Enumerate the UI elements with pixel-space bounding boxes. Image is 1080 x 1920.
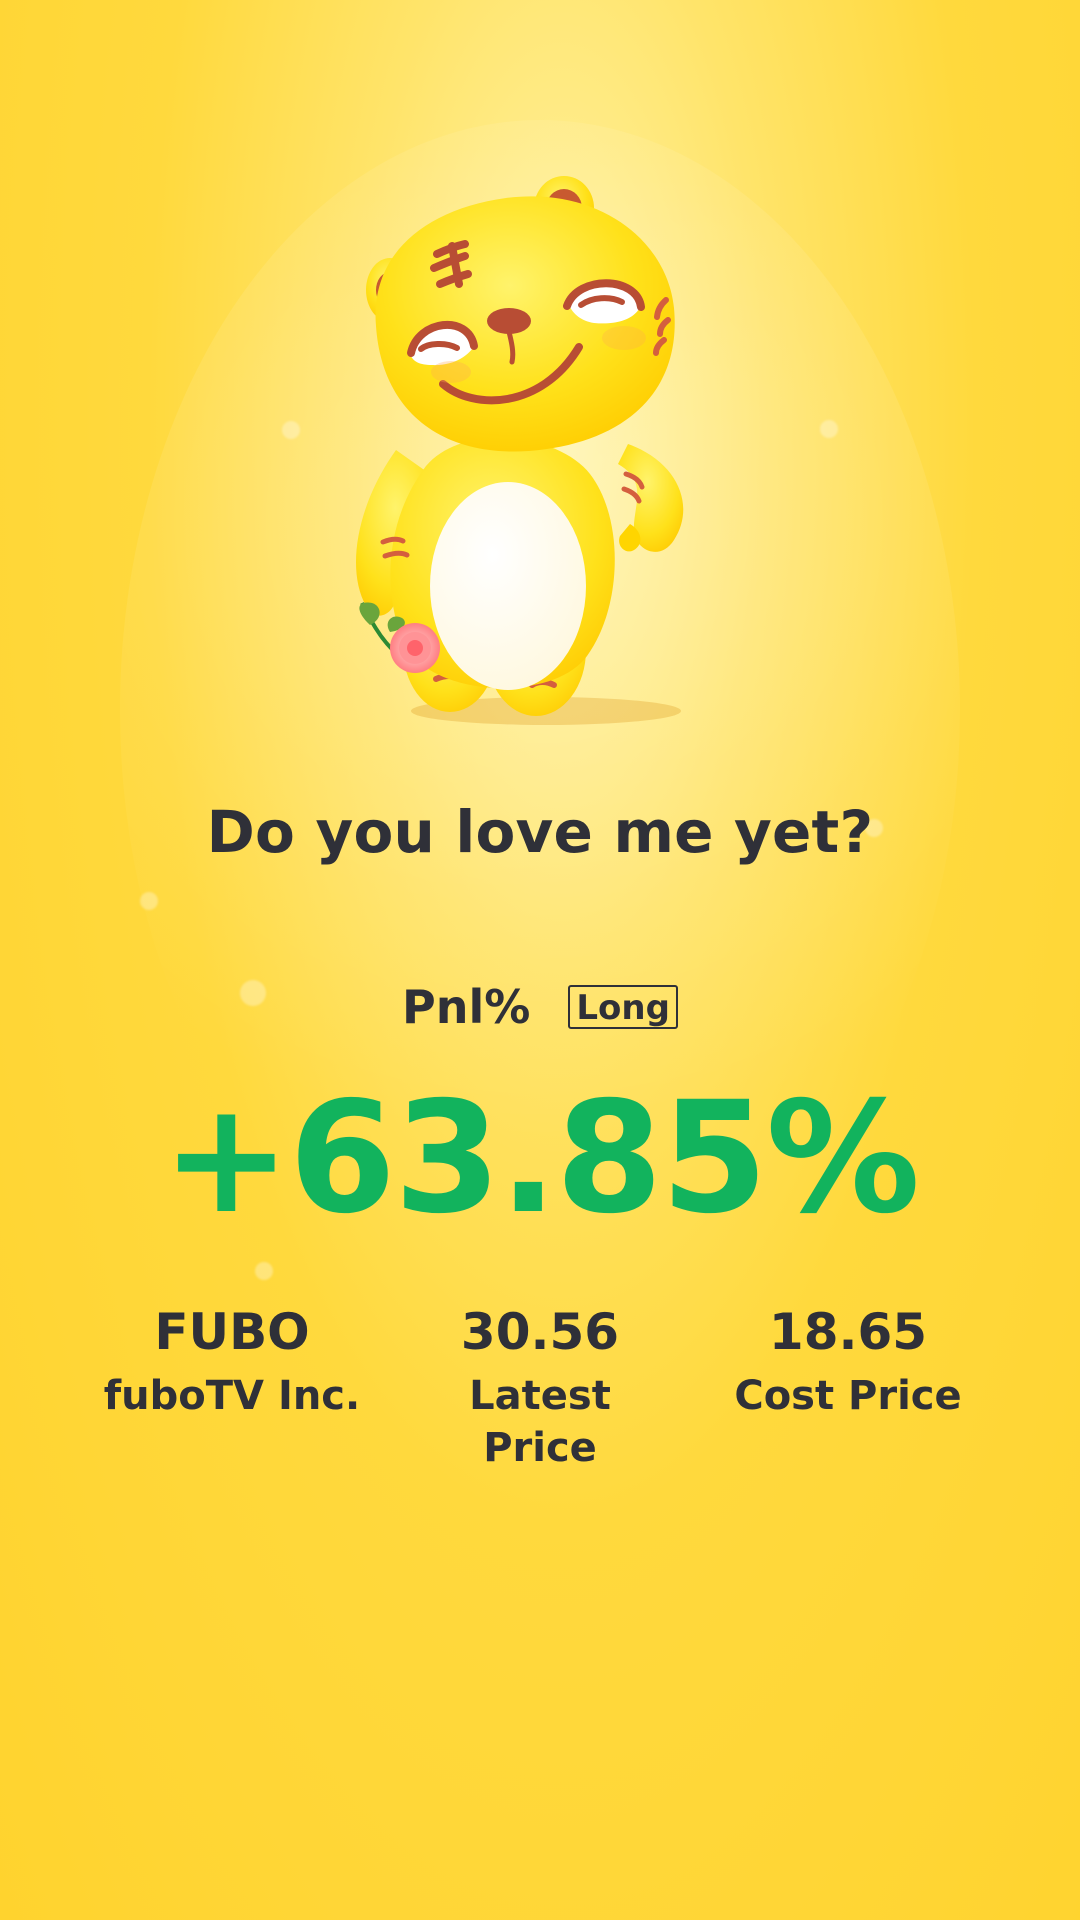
pnl-label: Pnl% (402, 980, 531, 1034)
stock-symbol-stat: FUBO fuboTV Inc. (82, 1305, 382, 1474)
stock-symbol: FUBO (154, 1303, 310, 1361)
cost-price-value: 18.65 (768, 1303, 928, 1361)
sparkle-dot (820, 420, 838, 438)
cost-price-stat: 18.65 Cost Price (698, 1305, 998, 1474)
tiger-mascot-icon (355, 176, 684, 725)
pnl-percentage-value: +63.85% (161, 1069, 920, 1248)
latest-price-label: Latest Price (469, 1373, 611, 1471)
position-type-badge: Long (568, 985, 678, 1029)
stock-name: fuboTV Inc. (103, 1373, 361, 1419)
latest-price-value: 30.56 (460, 1303, 620, 1361)
position-stats: FUBO fuboTV Inc. 30.56 Latest Price 18.6… (82, 1305, 998, 1474)
sparkle-dot (255, 1262, 273, 1280)
sparkle-dot (282, 421, 300, 439)
cost-price-label: Cost Price (734, 1373, 962, 1419)
headline: Do you love me yet? (206, 798, 874, 866)
latest-price-stat: 30.56 Latest Price (390, 1305, 690, 1474)
pnl-header: Pnl% Long (0, 980, 1080, 1034)
sparkle-dot (140, 892, 158, 910)
